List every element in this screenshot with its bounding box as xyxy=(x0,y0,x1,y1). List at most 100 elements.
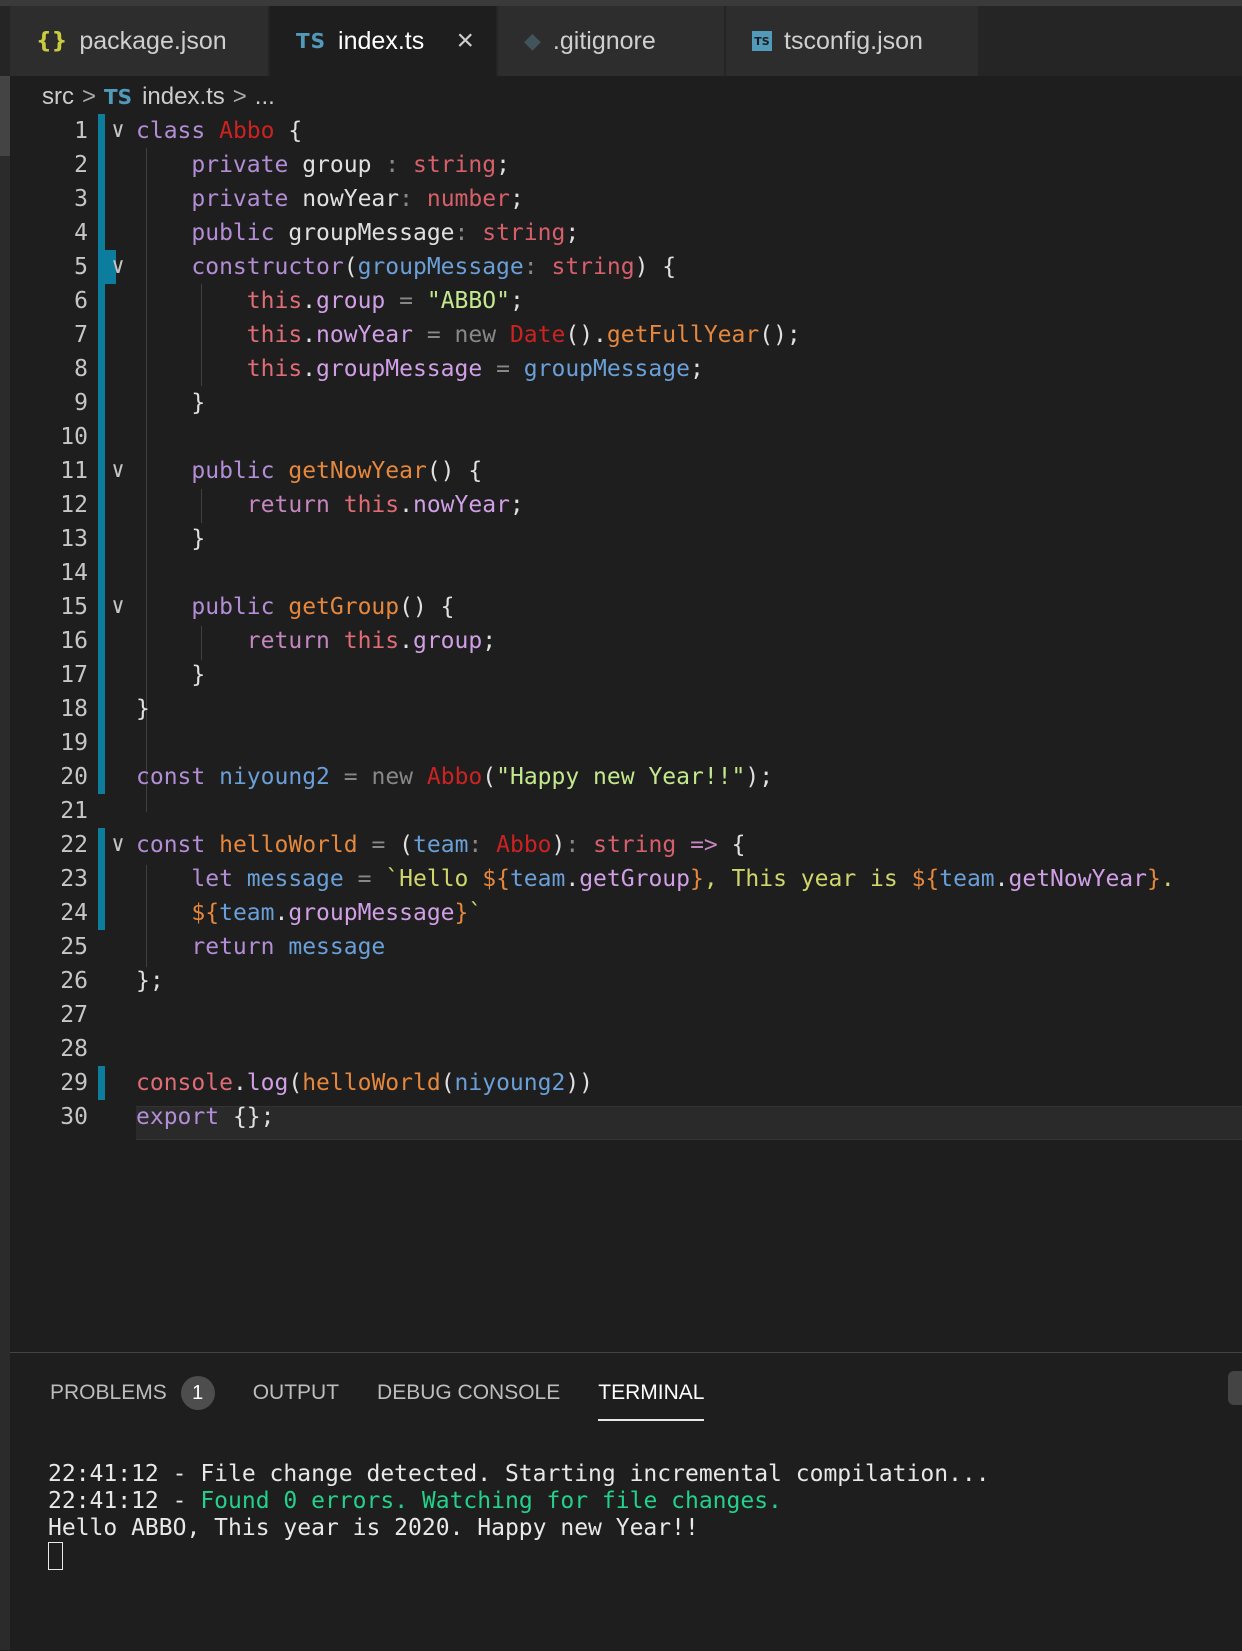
terminal-output[interactable]: 22:41:12 - File change detected. Startin… xyxy=(48,1461,990,1570)
code-line: 17 } xyxy=(10,658,1242,692)
line-number: 24 xyxy=(60,900,88,926)
breadcrumb-file[interactable]: index.ts xyxy=(142,83,225,111)
code-line: 3 private nowYear: number; xyxy=(10,182,1242,216)
code-line: 22 ∨ const helloWorld = (team: Abbo): stri… xyxy=(10,828,1242,862)
tsconfig-file-icon: TS xyxy=(752,31,772,51)
tab-label: DEBUG CONSOLE xyxy=(377,1381,561,1404)
code-line: 24 ${team.groupMessage}` xyxy=(10,896,1242,930)
line-number: 17 xyxy=(60,662,88,688)
line-number: 14 xyxy=(60,560,88,586)
code-line: 23 let message = `Hello ${team.getGroup}… xyxy=(10,862,1242,896)
code-line: 7 this.nowYear = new Date().getFullYear(… xyxy=(10,318,1242,352)
code-line: 10 xyxy=(10,420,1242,454)
terminal-timestamp: 22:41:12 - xyxy=(48,1488,201,1514)
tab-output[interactable]: OUTPUT xyxy=(253,1371,339,1415)
tab-gitignore[interactable]: ◆ .gitignore xyxy=(498,6,724,76)
tab-label: PROBLEMS xyxy=(50,1381,167,1404)
line-number: 20 xyxy=(60,764,88,790)
code-line: 11 ∨ public getNowYear() { xyxy=(10,454,1242,488)
fold-chevron-icon[interactable]: ∨ xyxy=(106,250,130,284)
breadcrumb-folder[interactable]: src xyxy=(42,83,74,111)
code-line: 18} xyxy=(10,692,1242,726)
typescript-file-icon: TS xyxy=(296,29,327,53)
modified-gutter-marker xyxy=(98,182,105,216)
left-scrollbar[interactable] xyxy=(0,76,10,1650)
tab-index-ts[interactable]: TS index.ts × xyxy=(270,6,496,76)
chevron-right-icon: > xyxy=(232,83,247,110)
fold-chevron-icon[interactable]: ∨ xyxy=(106,828,130,862)
line-number: 6 xyxy=(74,288,88,314)
line-number: 15 xyxy=(60,594,88,620)
fold-chevron-icon[interactable]: ∨ xyxy=(106,114,130,148)
line-number: 27 xyxy=(60,1002,88,1028)
chevron-right-icon: > xyxy=(82,83,97,110)
line-number: 7 xyxy=(74,322,88,348)
line-number: 22 xyxy=(60,832,88,858)
code-line: 6 this.group = "ABBO"; xyxy=(10,284,1242,318)
line-number: 2 xyxy=(74,152,88,178)
modified-gutter-marker xyxy=(98,148,105,182)
terminal-line: 22:41:12 - File change detected. Startin… xyxy=(48,1461,990,1487)
line-number: 26 xyxy=(60,968,88,994)
fold-chevron-icon[interactable]: ∨ xyxy=(106,590,130,624)
breadcrumb: src > TS index.ts > ... xyxy=(42,80,275,114)
modified-gutter-marker xyxy=(98,420,105,454)
line-number: 23 xyxy=(60,866,88,892)
tab-label: .gitignore xyxy=(552,26,656,55)
modified-gutter-marker xyxy=(98,590,105,624)
modified-gutter-marker xyxy=(98,692,105,726)
code-line: 29 console.log(helloWorld(niyoung2)) xyxy=(10,1066,1242,1100)
breadcrumb-symbols[interactable]: ... xyxy=(255,83,275,111)
panel-scrollbar[interactable] xyxy=(1228,1371,1242,1405)
code-line: 14 xyxy=(10,556,1242,590)
modified-gutter-marker xyxy=(98,284,105,318)
close-icon[interactable]: × xyxy=(456,24,474,58)
code-line: 9 } xyxy=(10,386,1242,420)
problems-count-badge: 1 xyxy=(180,1376,215,1410)
typescript-file-icon: TS xyxy=(104,85,133,109)
panel-tabs: PROBLEMS 1 OUTPUT DEBUG CONSOLE TERMINAL xyxy=(50,1371,742,1421)
code-line: 2 private group : string; xyxy=(10,148,1242,182)
fold-chevron-icon[interactable]: ∨ xyxy=(106,454,130,488)
line-number: 21 xyxy=(60,798,88,824)
bottom-panel: PROBLEMS 1 OUTPUT DEBUG CONSOLE TERMINAL… xyxy=(10,1352,1242,1651)
line-number: 12 xyxy=(60,492,88,518)
git-file-icon: ◆ xyxy=(524,28,541,54)
line-number: 11 xyxy=(60,458,88,484)
modified-gutter-marker xyxy=(98,386,105,420)
line-number: 29 xyxy=(60,1070,88,1096)
line-number: 16 xyxy=(60,628,88,654)
terminal-prompt[interactable] xyxy=(48,1542,990,1570)
line-number: 9 xyxy=(74,390,88,416)
line-number: 28 xyxy=(60,1036,88,1062)
tab-package-json[interactable]: {} package.json xyxy=(10,6,268,76)
tab-label: index.ts xyxy=(338,26,425,55)
code-line: 21 xyxy=(10,794,1242,828)
line-number: 19 xyxy=(60,730,88,756)
line-number: 13 xyxy=(60,526,88,552)
tab-problems[interactable]: PROBLEMS 1 xyxy=(50,1371,215,1415)
code-line: 15 ∨ public getGroup() { xyxy=(10,590,1242,624)
code-line: 13 } xyxy=(10,522,1242,556)
code-editor[interactable]: 1 ∨ class Abbo { 2 private group : string;… xyxy=(10,114,1242,1348)
line-number: 10 xyxy=(60,424,88,450)
tab-debug-console[interactable]: DEBUG CONSOLE xyxy=(377,1371,560,1415)
line-number: 8 xyxy=(74,356,88,382)
code-line: 20 const niyoung2 = new Abbo("Happy new Y… xyxy=(10,760,1242,794)
scroll-thumb[interactable] xyxy=(0,76,10,156)
code-line: 30 export {}; xyxy=(10,1100,1242,1134)
code-line: 5 ∨ constructor(groupMessage: string) { xyxy=(10,250,1242,284)
tab-label: tsconfig.json xyxy=(784,26,923,55)
code-line: 27 xyxy=(10,998,1242,1032)
tab-terminal[interactable]: TERMINAL xyxy=(598,1371,705,1421)
tab-tsconfig-json[interactable]: TS tsconfig.json xyxy=(726,6,978,76)
code-line: 8 this.groupMessage = groupMessage; xyxy=(10,352,1242,386)
modified-gutter-marker xyxy=(98,760,105,794)
code-line: 16 return this.group; xyxy=(10,624,1242,658)
code-line: 28 xyxy=(10,1032,1242,1066)
line-number: 3 xyxy=(74,186,88,212)
vscode-window: {} package.json TS index.ts × ◆ .gitigno… xyxy=(0,0,1242,1651)
modified-gutter-marker xyxy=(98,828,105,862)
terminal-line: Hello ABBO, This year is 2020. Happy new… xyxy=(48,1515,699,1541)
line-number: 1 xyxy=(74,118,88,144)
